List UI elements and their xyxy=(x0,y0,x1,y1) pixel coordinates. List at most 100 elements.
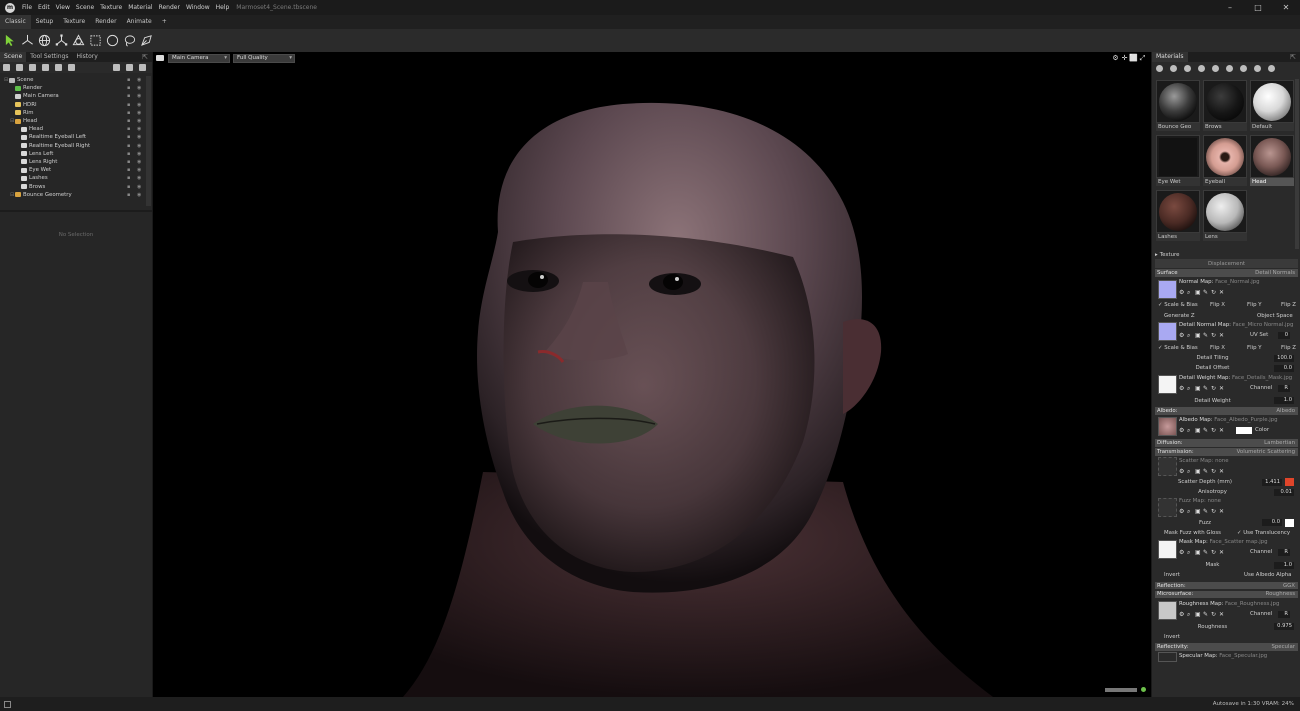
clear-icon[interactable]: ✕ xyxy=(1219,468,1227,476)
search-icon[interactable]: ⌕ xyxy=(1187,611,1195,619)
scene-tree-item[interactable]: Rim ▪ ◉ xyxy=(0,109,152,117)
scene-tree-scrollbar[interactable] xyxy=(146,76,151,206)
edit-icon[interactable]: ✎ xyxy=(1203,468,1211,476)
material-thumbnail[interactable]: Head xyxy=(1250,135,1294,187)
add-sky-icon[interactable] xyxy=(68,64,75,71)
roughness-invert-checkbox[interactable]: Invert xyxy=(1164,634,1180,640)
texture-icon[interactable]: ▣ xyxy=(1195,385,1203,393)
mask-fuzz-gloss-checkbox[interactable]: Mask Fuzz with Gloss xyxy=(1164,530,1221,536)
lock-icon[interactable]: ▪ xyxy=(127,134,130,140)
menu-render[interactable]: Render xyxy=(156,4,183,11)
mask-map-thumbnail[interactable] xyxy=(1158,539,1177,559)
fuzz-input[interactable]: 0.0 xyxy=(1262,519,1282,527)
normal-map-file[interactable]: Face_Normal.jpg xyxy=(1215,279,1259,285)
albedo-module-select[interactable]: Albedo xyxy=(1276,408,1295,414)
menu-texture[interactable]: Texture xyxy=(97,4,125,11)
menu-edit[interactable]: Edit xyxy=(35,4,53,11)
lock-icon[interactable]: ▪ xyxy=(127,175,130,181)
viewport-fullscreen-icon[interactable]: ⤢ xyxy=(1138,54,1147,63)
lock-icon[interactable]: ▪ xyxy=(127,110,130,116)
popout-icon[interactable]: ⇱ xyxy=(142,52,152,62)
edit-icon[interactable]: ✎ xyxy=(1203,508,1211,516)
materials-scrollbar[interactable] xyxy=(1295,79,1299,249)
settings-icon[interactable]: ⚙ xyxy=(1179,468,1187,476)
lock-icon[interactable]: ▪ xyxy=(127,93,130,99)
settings-icon[interactable]: ⚙ xyxy=(1179,427,1187,435)
object-space-checkbox[interactable]: Object Space xyxy=(1257,313,1293,319)
pick-material-icon[interactable] xyxy=(1240,64,1247,72)
scene-tree-item[interactable]: Lens Left ▪ ◉ xyxy=(0,150,152,158)
surface-module-select[interactable]: Detail Normals xyxy=(1255,270,1295,276)
move-gizmo-icon[interactable] xyxy=(20,33,35,48)
visibility-eye-icon[interactable]: ◉ xyxy=(137,175,141,181)
material-thumbnail[interactable]: Lens xyxy=(1203,190,1247,242)
scene-tree-item[interactable]: Lens Right ▪ ◉ xyxy=(0,158,152,166)
lock-icon[interactable]: ▪ xyxy=(127,192,130,198)
visibility-eye-icon[interactable]: ◉ xyxy=(137,126,141,132)
material-thumbnail[interactable]: Eyeball xyxy=(1203,135,1247,187)
circle-select-icon[interactable] xyxy=(105,33,120,48)
visibility-eye-icon[interactable]: ◉ xyxy=(137,151,141,157)
reload-icon[interactable]: ↻ xyxy=(1211,385,1219,393)
material-thumbnail[interactable]: Default xyxy=(1250,80,1294,132)
material-thumbnail[interactable]: Lashes xyxy=(1156,190,1200,242)
detail-weight-input[interactable]: 1.0 xyxy=(1274,397,1294,405)
edit-icon[interactable]: ✎ xyxy=(1203,427,1211,435)
flip-x-checkbox[interactable]: Flip X xyxy=(1210,302,1225,308)
invert-checkbox[interactable]: Invert xyxy=(1164,572,1180,578)
texture-icon[interactable]: ▣ xyxy=(1195,508,1203,516)
scale-gizmo-icon[interactable] xyxy=(54,33,69,48)
detail-tiling-input[interactable]: 100.0 xyxy=(1274,354,1294,362)
scene-tree-item[interactable]: ⊟ Head ▪ ◉ xyxy=(0,117,152,125)
lock-icon[interactable]: ▪ xyxy=(127,126,130,132)
generate-z-checkbox[interactable]: Generate Z xyxy=(1164,313,1195,319)
camera-select[interactable]: Main Camera ▾ xyxy=(168,53,230,63)
clear-icon[interactable]: ✕ xyxy=(1219,289,1227,297)
reflection-module-select[interactable]: GGX xyxy=(1283,583,1295,589)
texture-icon[interactable]: ▣ xyxy=(1195,289,1203,297)
use-albedo-alpha-checkbox[interactable]: Use Albedo Alpha xyxy=(1244,572,1291,578)
lock-icon[interactable]: ▪ xyxy=(127,184,130,190)
albedo-color-swatch[interactable] xyxy=(1236,426,1252,434)
tab-classic[interactable]: Classic xyxy=(0,15,31,29)
edit-icon[interactable]: ✎ xyxy=(1203,289,1211,297)
detail-flip-y-checkbox[interactable]: Flip Y xyxy=(1247,345,1262,351)
material-thumbnail[interactable]: Brows xyxy=(1203,80,1247,132)
fuzz-color-swatch[interactable] xyxy=(1285,518,1294,527)
transmission-section-header[interactable]: Transmission: Volumetric Scattering xyxy=(1155,448,1298,456)
tab-materials[interactable]: Materials xyxy=(1152,52,1188,62)
scatter-color-swatch[interactable] xyxy=(1285,478,1294,486)
uv-set-select[interactable]: 0 xyxy=(1278,331,1290,339)
clear-icon[interactable]: ✕ xyxy=(1219,508,1227,516)
visibility-eye-icon[interactable]: ◉ xyxy=(137,77,141,83)
displacement-select[interactable]: Displacement xyxy=(1155,259,1298,268)
delete-icon[interactable] xyxy=(139,64,146,71)
add-light-icon[interactable] xyxy=(16,64,23,71)
roughness-input[interactable]: 0.975 xyxy=(1274,623,1294,631)
lock-icon[interactable]: ▪ xyxy=(127,77,130,83)
paint-select-icon[interactable] xyxy=(139,33,154,48)
material-tools-icon[interactable] xyxy=(1184,64,1191,72)
reload-icon[interactable]: ↻ xyxy=(1211,508,1219,516)
detail-normal-thumbnail[interactable] xyxy=(1158,322,1177,342)
fuzz-map-thumbnail[interactable] xyxy=(1158,497,1177,517)
specular-map-thumbnail[interactable] xyxy=(1158,652,1177,663)
texture-icon[interactable]: ▣ xyxy=(1195,611,1203,619)
reload-icon[interactable]: ↻ xyxy=(1211,611,1219,619)
tab-tool-settings[interactable]: Tool Settings xyxy=(26,52,72,62)
popout-icon[interactable]: ⇱ xyxy=(1290,52,1300,62)
clear-icon[interactable]: ✕ xyxy=(1219,385,1227,393)
visibility-eye-icon[interactable]: ◉ xyxy=(137,110,141,116)
panel-splitter[interactable] xyxy=(0,210,152,212)
scene-tree-item[interactable]: Eye Wet ▪ ◉ xyxy=(0,166,152,174)
mask-map-file[interactable]: Face_Scatter map.jpg xyxy=(1210,539,1268,545)
3d-viewport[interactable]: Main Camera ▾ Full Quality ▾ ⚙ ✛ ⬜ ⤢ xyxy=(153,52,1151,697)
normal-map-thumbnail[interactable] xyxy=(1158,279,1177,299)
add-mesh-icon[interactable] xyxy=(55,64,62,71)
clear-icon[interactable]: ✕ xyxy=(1219,427,1227,435)
fuzz-map-file[interactable]: none xyxy=(1208,498,1221,504)
lasso-icon[interactable] xyxy=(122,33,137,48)
scatter-map-thumbnail[interactable] xyxy=(1158,457,1177,477)
new-folder-icon[interactable] xyxy=(113,64,120,71)
albedo-map-thumbnail[interactable] xyxy=(1158,417,1177,437)
